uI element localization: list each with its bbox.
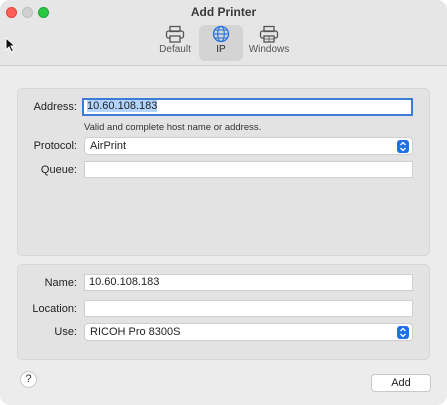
tab-default[interactable]: Default — [155, 25, 195, 61]
tab-windows-label: Windows — [248, 44, 290, 55]
name-input[interactable]: 10.60.108.183 — [84, 274, 413, 291]
protocol-value: AirPrint — [90, 140, 127, 152]
queue-label: Queue: — [40, 164, 77, 176]
globe-icon — [212, 25, 230, 43]
location-label: Location: — [32, 303, 77, 315]
queue-input[interactable] — [84, 161, 413, 178]
add-button[interactable]: Add — [371, 374, 431, 392]
protocol-label: Protocol: — [33, 140, 77, 152]
use-driver-popup[interactable]: RICOH Pro 8300S — [84, 323, 413, 341]
titlebar: Add Printer Default IP Windows — [0, 0, 447, 66]
protocol-popup[interactable]: AirPrint — [84, 137, 413, 155]
help-button[interactable]: ? — [20, 371, 37, 388]
tab-windows[interactable]: Windows — [245, 25, 293, 61]
windows-printer-icon — [259, 25, 279, 43]
address-hint: Valid and complete host name or address. — [84, 122, 262, 133]
tab-ip[interactable]: IP — [199, 25, 243, 61]
window-title: Add Printer — [190, 5, 257, 19]
printer-icon — [165, 25, 185, 43]
mouse-pointer-icon — [5, 37, 17, 53]
address-value: 10.60.108.183 — [87, 100, 158, 112]
add-printer-window: Add Printer Default IP Windows Address: … — [0, 0, 447, 405]
tab-ip-label: IP — [216, 44, 226, 55]
use-label: Use: — [54, 326, 77, 338]
use-value: RICOH Pro 8300S — [90, 326, 181, 338]
address-label: Address: — [33, 101, 77, 113]
chevron-up-down-icon — [397, 326, 409, 339]
location-input[interactable] — [84, 300, 413, 317]
chevron-up-down-icon — [397, 140, 409, 153]
address-input[interactable]: 10.60.108.183 — [82, 98, 413, 116]
name-label: Name: — [44, 277, 77, 289]
tab-default-label: Default — [159, 44, 191, 55]
